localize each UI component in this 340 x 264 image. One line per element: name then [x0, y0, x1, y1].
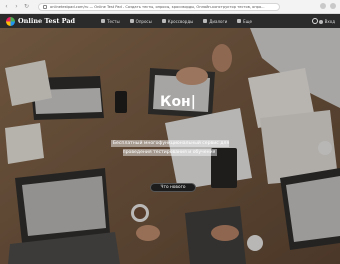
forward-icon[interactable]: ›: [13, 3, 20, 10]
menu-item-label: Еще: [243, 18, 252, 24]
survey-icon: [129, 19, 134, 23]
menu-item-label: Диалоги: [209, 18, 228, 24]
hero-section: Кон| Бесплатный многофункциональный серв…: [0, 28, 340, 264]
extension-icon[interactable]: [320, 3, 326, 9]
menu-item-label: Опросы: [135, 18, 152, 24]
hero-subtitle-text: Бесплатный многофункциональный сервис дл…: [110, 140, 230, 156]
browser-toolbar: ‹ › ↻ onlinetestpad.com/ru — Online Test…: [0, 0, 340, 14]
lock-icon: [43, 5, 47, 9]
reload-icon[interactable]: ↻: [23, 3, 30, 10]
back-icon[interactable]: ‹: [3, 3, 10, 10]
test-icon: [101, 19, 106, 23]
menu-item-surveys[interactable]: Опросы: [129, 18, 152, 24]
logo-text[interactable]: Online Test Pad: [18, 17, 75, 25]
hero-subtitle: Бесплатный многофункциональный сервис дл…: [106, 140, 234, 157]
address-text: onlinetestpad.com/ru — Online Test Pad -…: [50, 5, 265, 9]
menu-item-crosswords[interactable]: Кроссворды: [161, 18, 194, 24]
menu-item-dialogs[interactable]: Диалоги: [203, 19, 227, 24]
user-icon: [318, 19, 323, 24]
address-bar[interactable]: onlinetestpad.com/ru — Online Test Pad -…: [38, 3, 280, 11]
whats-new-button[interactable]: Что нового: [150, 183, 196, 192]
main-menu: Тесты Опросы Кроссворды Диалоги Еще: [101, 19, 252, 24]
search-icon[interactable]: [312, 18, 318, 24]
more-icon: [237, 19, 242, 23]
login-label: Вход: [324, 19, 335, 24]
dialog-icon: [203, 19, 208, 23]
menu-item-label: Тесты: [107, 18, 120, 24]
logo-icon[interactable]: [6, 16, 15, 26]
profile-icon[interactable]: [330, 3, 336, 9]
hero-title: Кон|: [160, 94, 196, 110]
menu-item-tests[interactable]: Тесты: [101, 19, 120, 24]
login-link[interactable]: Вход: [318, 19, 335, 24]
menu-item-label: Кроссворды: [167, 18, 194, 24]
menu-item-more[interactable]: Еще: [237, 19, 252, 24]
site-header: Online Test Pad Тесты Опросы Кроссворды …: [0, 14, 340, 28]
crossword-icon: [161, 19, 166, 23]
